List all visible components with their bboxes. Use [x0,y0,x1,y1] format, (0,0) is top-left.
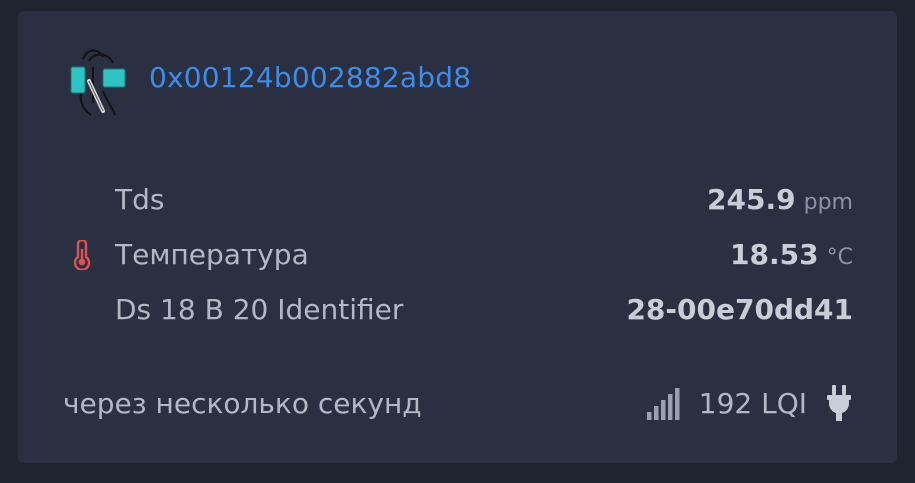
lqi-group: 192 LQI [646,385,853,421]
device-ieee-link[interactable]: 0x00124b002882abd8 [149,61,471,94]
row-value-temperature: 18.53 °C [730,238,853,271]
row-label-tds: Tds [115,183,165,216]
thermometer-icon [73,239,91,270]
lqi-value: 192 LQI [698,386,807,420]
last-seen-text: через несколько секунд [63,386,422,420]
row-label-identifier: Ds 18 B 20 Identifier [115,293,404,326]
row-value-identifier: 28-00e70dd41 [626,293,853,326]
temperature-value: 18.53 [730,238,819,271]
signal-strength-icon [646,388,680,420]
row-tds: Tds 245.9 ppm [63,172,853,227]
device-footer: через несколько секунд 192 LQI [63,381,853,425]
temperature-unit: °C [826,245,853,270]
row-label-temperature: Температура [115,238,309,271]
identifier-value: 28-00e70dd41 [626,293,853,326]
tds-unit: ppm [803,190,853,215]
row-temperature: Температура 18.53 °C [63,227,853,282]
device-card: 0x00124b002882abd8 Tds 245.9 ppm Температ… [18,11,897,463]
device-header: 0x00124b002882abd8 [63,47,471,117]
device-image[interactable] [63,47,129,117]
row-value-tds: 245.9 ppm [707,183,853,216]
exposes-list: Tds 245.9 ppm Температура 18.53 °C Ds 18 B… [63,172,853,337]
tds-value: 245.9 [707,183,796,216]
plug-icon [827,385,851,421]
row-ds18b20-identifier: Ds 18 B 20 Identifier 28-00e70dd41 [63,282,853,337]
